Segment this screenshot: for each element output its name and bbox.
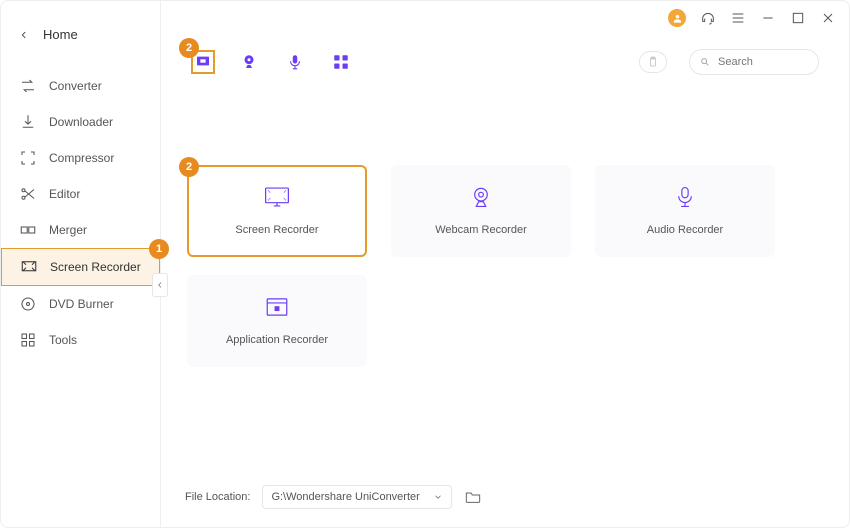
headset-icon[interactable] xyxy=(700,10,716,26)
sidebar-item-tools[interactable]: Tools xyxy=(1,322,160,358)
minimize-icon[interactable] xyxy=(760,10,776,26)
toolbar-audio-icon[interactable] xyxy=(283,50,307,74)
search-input[interactable] xyxy=(718,56,808,68)
sidebar-item-label: Tools xyxy=(49,333,77,347)
sidebar-item-editor[interactable]: Editor xyxy=(1,176,160,212)
home-button[interactable]: Home xyxy=(1,19,160,50)
sidebar-item-dvd-burner[interactable]: DVD Burner xyxy=(1,286,160,322)
main-area: 2 2 xyxy=(161,1,849,527)
sidebar-item-merger[interactable]: Merger xyxy=(1,212,160,248)
toolbar-webcam-icon[interactable] xyxy=(237,50,261,74)
chevron-down-icon xyxy=(433,492,443,502)
chevron-left-icon xyxy=(19,30,29,40)
screen-recorder-icon xyxy=(264,186,290,208)
folder-icon xyxy=(465,490,481,504)
toolbar-app-icon[interactable] xyxy=(329,50,353,74)
disc-icon xyxy=(19,295,37,313)
app-window: Home Converter Downloader Compressor Edi… xyxy=(0,0,850,528)
home-label: Home xyxy=(43,27,78,42)
screen-record-icon xyxy=(20,258,38,276)
grid-icon xyxy=(19,331,37,349)
sidebar-item-compressor[interactable]: Compressor xyxy=(1,140,160,176)
search-box[interactable] xyxy=(689,49,819,75)
sidebar-item-converter[interactable]: Converter xyxy=(1,68,160,104)
maximize-icon[interactable] xyxy=(790,10,806,26)
scissors-icon xyxy=(19,185,37,203)
app-window-icon xyxy=(264,296,290,318)
webcam-icon xyxy=(468,186,494,208)
tile-row-1: 2 Screen Recorder Webcam Recorder Audio … xyxy=(185,165,825,257)
sidebar-item-label: Compressor xyxy=(49,151,114,165)
tile-label: Audio Recorder xyxy=(647,224,723,236)
clipboard-button[interactable] xyxy=(639,51,667,73)
sidebar-item-label: Merger xyxy=(49,223,87,237)
microphone-icon xyxy=(672,186,698,208)
sidebar-item-label: Converter xyxy=(49,79,102,93)
file-location-label: File Location: xyxy=(185,491,250,503)
nav-list: Converter Downloader Compressor Editor M… xyxy=(1,68,160,358)
sidebar-item-label: Editor xyxy=(49,187,80,201)
sidebar-item-screen-recorder[interactable]: Screen Recorder 1 xyxy=(1,248,160,286)
callout-badge-1: 1 xyxy=(149,239,169,259)
tile-webcam-recorder[interactable]: Webcam Recorder xyxy=(391,165,571,257)
footer: File Location: G:\Wondershare UniConvert… xyxy=(185,485,825,509)
close-icon[interactable] xyxy=(820,10,836,26)
tile-label: Screen Recorder xyxy=(235,224,318,236)
tile-row-2: Application Recorder xyxy=(185,275,825,367)
compress-icon xyxy=(19,149,37,167)
callout-badge-2b: 2 xyxy=(179,157,199,177)
window-controls xyxy=(654,0,850,36)
converter-icon xyxy=(19,77,37,95)
sidebar: Home Converter Downloader Compressor Edi… xyxy=(1,1,161,527)
tile-audio-recorder[interactable]: Audio Recorder xyxy=(595,165,775,257)
tile-label: Webcam Recorder xyxy=(435,224,527,236)
sidebar-item-downloader[interactable]: Downloader xyxy=(1,104,160,140)
menu-icon[interactable] xyxy=(730,10,746,26)
user-avatar[interactable] xyxy=(668,9,686,27)
toolbar: 2 xyxy=(191,49,819,75)
tile-label: Application Recorder xyxy=(226,334,328,346)
open-folder-button[interactable] xyxy=(464,488,482,506)
sidebar-item-label: DVD Burner xyxy=(49,297,114,311)
file-location-path: G:\Wondershare UniConverter xyxy=(271,491,427,503)
download-icon xyxy=(19,113,37,131)
search-icon xyxy=(700,56,710,68)
merge-icon xyxy=(19,221,37,239)
tile-screen-recorder[interactable]: 2 Screen Recorder xyxy=(187,165,367,257)
toolbar-screen-icon[interactable]: 2 xyxy=(191,50,215,74)
file-location-dropdown[interactable]: G:\Wondershare UniConverter xyxy=(262,485,452,509)
sidebar-item-label: Downloader xyxy=(49,115,113,129)
tile-application-recorder[interactable]: Application Recorder xyxy=(187,275,367,367)
sidebar-item-label: Screen Recorder xyxy=(50,260,141,274)
callout-badge-2a: 2 xyxy=(179,38,199,58)
